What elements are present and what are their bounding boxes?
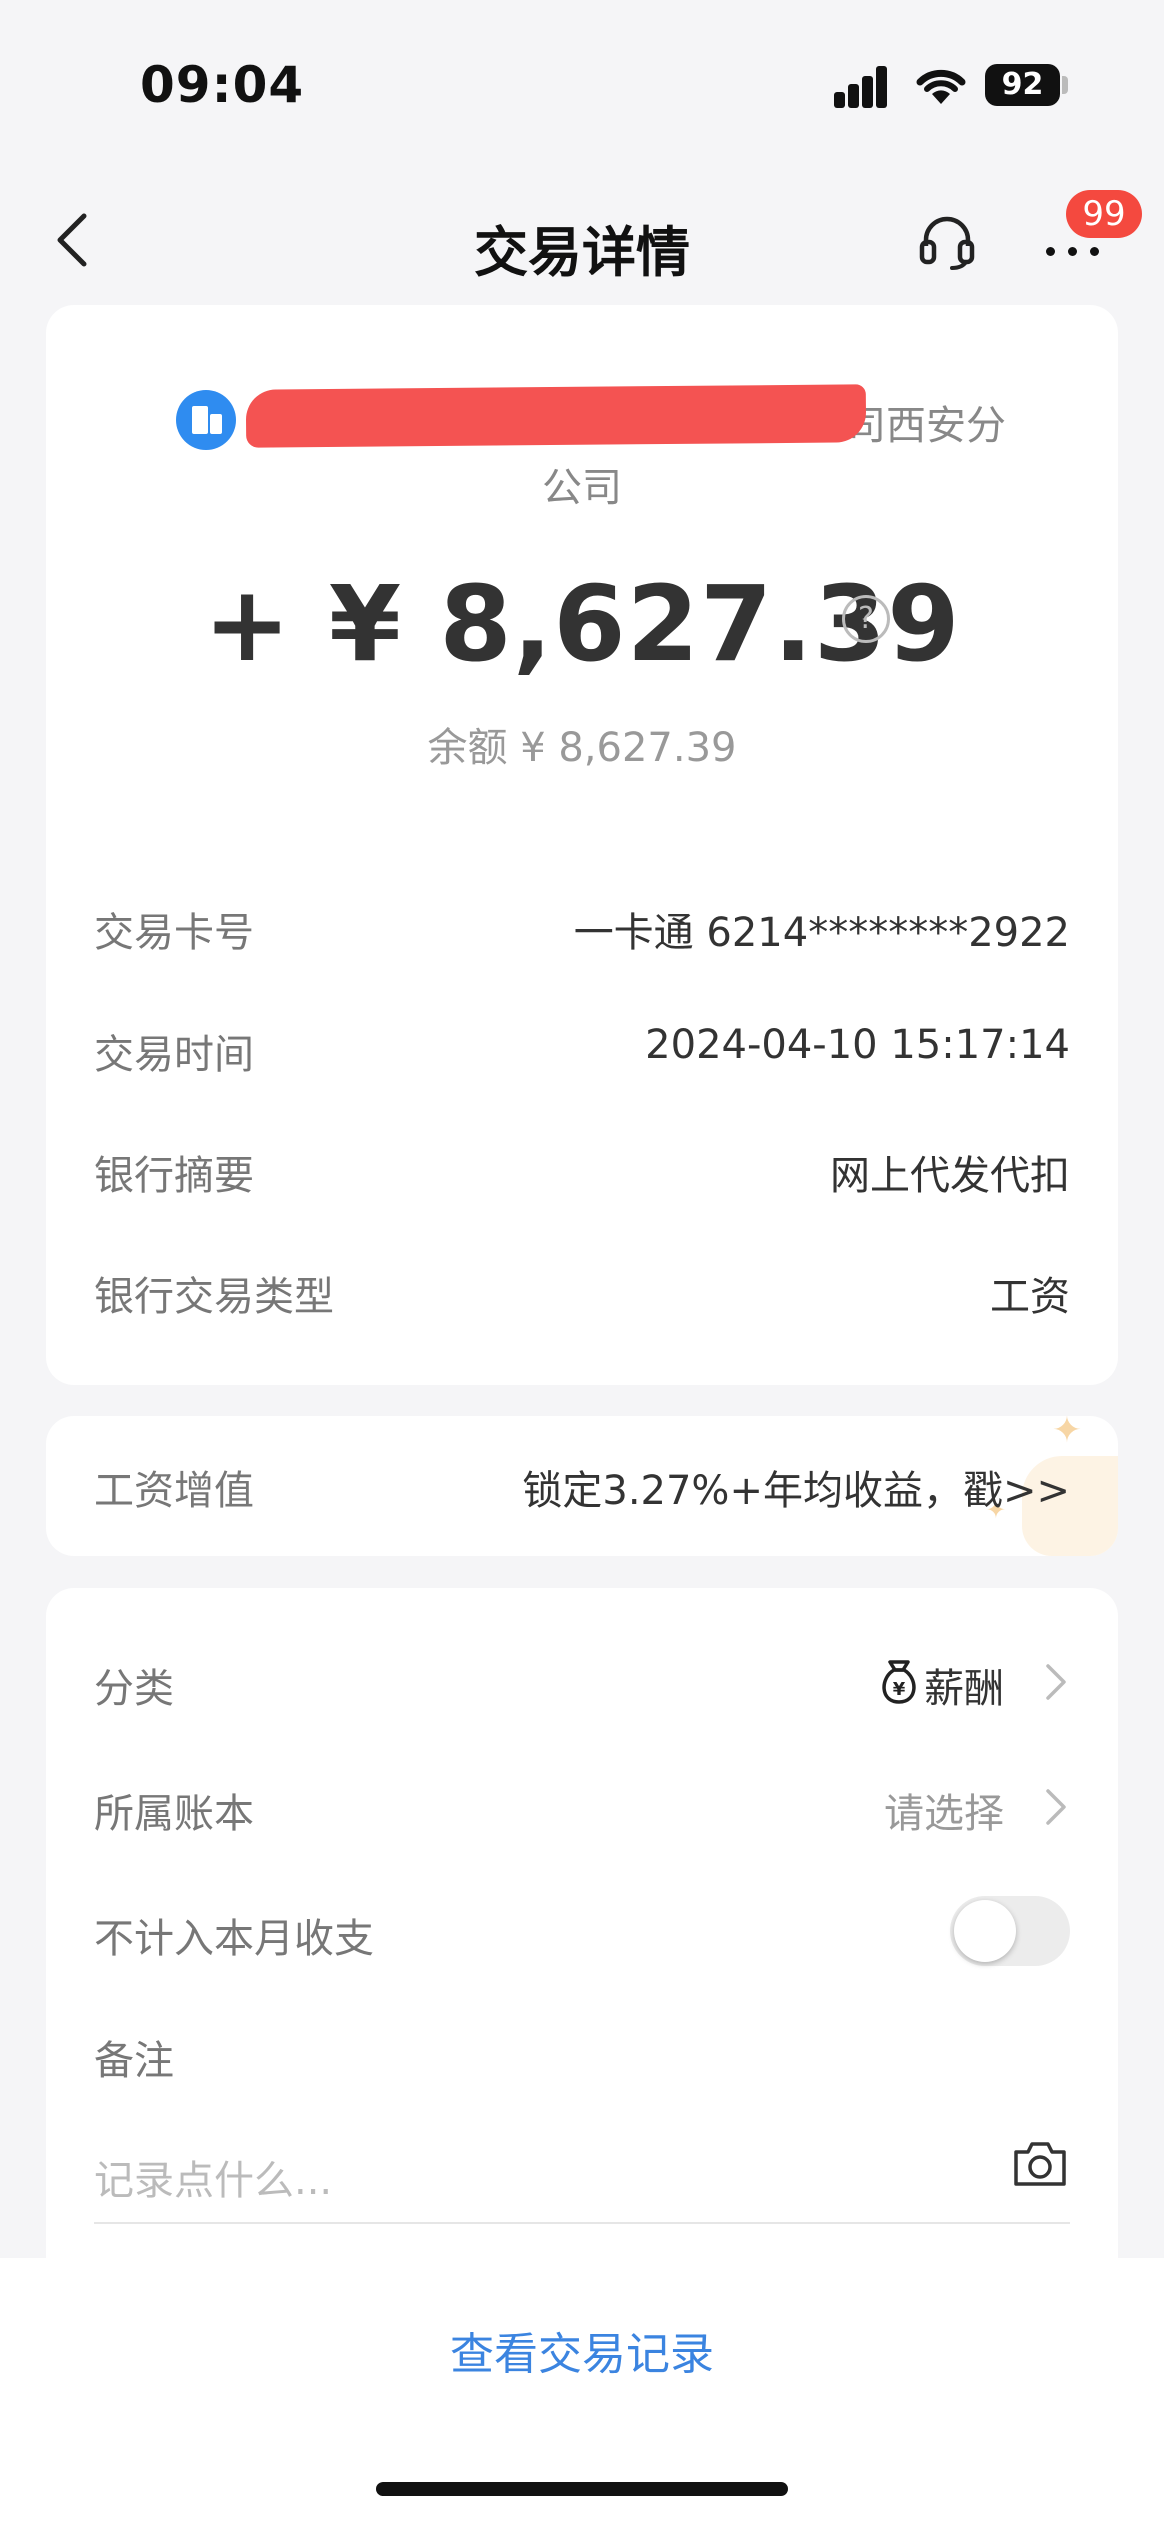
detail-row-card-number: 交易卡号 一卡通 6214********2922 — [94, 900, 1070, 960]
sparkle-icon: ✦ — [1051, 1416, 1082, 1451]
battery-tip — [1062, 76, 1068, 94]
note-label: 备注 — [94, 2038, 174, 2084]
salary-promo-card[interactable]: ✦ ✦ 工资增值 锁定3.27%+年均收益，戳>> — [46, 1416, 1118, 1556]
help-question-icon[interactable]: ? — [842, 595, 890, 643]
view-records-link[interactable]: 查看交易记录 — [0, 2318, 1164, 2382]
camera-icon[interactable] — [1010, 2138, 1070, 2190]
detail-value: 网上代发代扣 — [830, 1153, 1070, 1199]
home-indicator — [376, 2482, 788, 2496]
note-row: 备注 — [94, 2028, 1070, 2088]
chevron-right-icon — [1046, 1664, 1066, 1700]
merchant-building-icon — [176, 390, 236, 450]
detail-value: 一卡通 6214********2922 — [573, 910, 1070, 956]
detail-label: 交易时间 — [94, 1032, 254, 1078]
toggle-knob — [954, 1900, 1016, 1962]
notification-badge: 99 — [1066, 190, 1142, 238]
cellular-signal-icon — [834, 64, 898, 108]
detail-row-bank-type: 银行交易类型 工资 — [94, 1264, 1070, 1324]
detail-label: 交易卡号 — [94, 910, 254, 956]
transaction-summary-card: 司西安分 公司 + ¥ 8,627.39 ? 余额 ¥ 8,627.39 交易卡… — [46, 305, 1118, 1385]
transaction-amount: + ¥ 8,627.39 — [203, 563, 961, 685]
exclude-row: 不计入本月收支 — [94, 1906, 1070, 1966]
ledger-label: 所属账本 — [94, 1791, 254, 1837]
nav-bar: 交易详情 — [0, 180, 1164, 300]
exclude-label: 不计入本月收支 — [94, 1916, 374, 1962]
merchant-name-suffix: 司西安分 — [846, 403, 1006, 449]
note-divider — [94, 2222, 1070, 2224]
note-input[interactable]: 记录点什么... — [94, 2148, 994, 2206]
promo-row[interactable]: 工资增值 锁定3.27%+年均收益，戳>> — [94, 1458, 1070, 1518]
wifi-icon — [916, 69, 966, 104]
detail-value: 2024-04-10 15:17:14 — [645, 1022, 1070, 1068]
promo-text[interactable]: 锁定3.27%+年均收益，戳>> — [522, 1458, 1070, 1516]
ledger-row[interactable]: 所属账本 请选择 — [94, 1781, 1070, 1841]
detail-value: 工资 — [990, 1274, 1070, 1320]
ledger-value: 请选择 — [884, 1791, 1004, 1837]
detail-row-transaction-time: 交易时间 2024-04-10 15:17:14 — [94, 1022, 1070, 1082]
customer-service-headset-icon[interactable] — [916, 210, 978, 272]
status-bar: 09:04 92 — [0, 0, 1164, 170]
status-time: 09:04 — [140, 56, 305, 114]
promo-label: 工资增值 — [94, 1468, 254, 1514]
page-title: 交易详情 — [474, 221, 690, 284]
battery-icon: 92 — [985, 64, 1060, 106]
svg-text:¥: ¥ — [893, 1679, 906, 1700]
detail-label: 银行交易类型 — [94, 1274, 334, 1320]
exclude-toggle[interactable] — [950, 1896, 1070, 1966]
category-label: 分类 — [94, 1666, 174, 1712]
balance-text: 余额 ¥ 8,627.39 — [427, 725, 737, 771]
category-value: 薪酬 — [924, 1666, 1004, 1712]
redaction-mark — [245, 384, 867, 448]
chevron-right-icon — [1046, 1789, 1066, 1825]
bottom-action-bar: 查看交易记录 — [0, 2258, 1164, 2525]
money-bag-icon: ¥ — [882, 1660, 916, 1704]
category-row[interactable]: 分类 ¥ 薪酬 — [94, 1656, 1070, 1716]
transaction-detail-page: 09:04 92 交易详情 99 司西安分 公司 + ¥ 8,627.39 ? … — [0, 0, 1164, 2525]
detail-row-bank-summary: 银行摘要 网上代发代扣 — [94, 1143, 1070, 1203]
merchant-name-line2: 公司 — [542, 465, 622, 511]
detail-label: 银行摘要 — [94, 1153, 254, 1199]
